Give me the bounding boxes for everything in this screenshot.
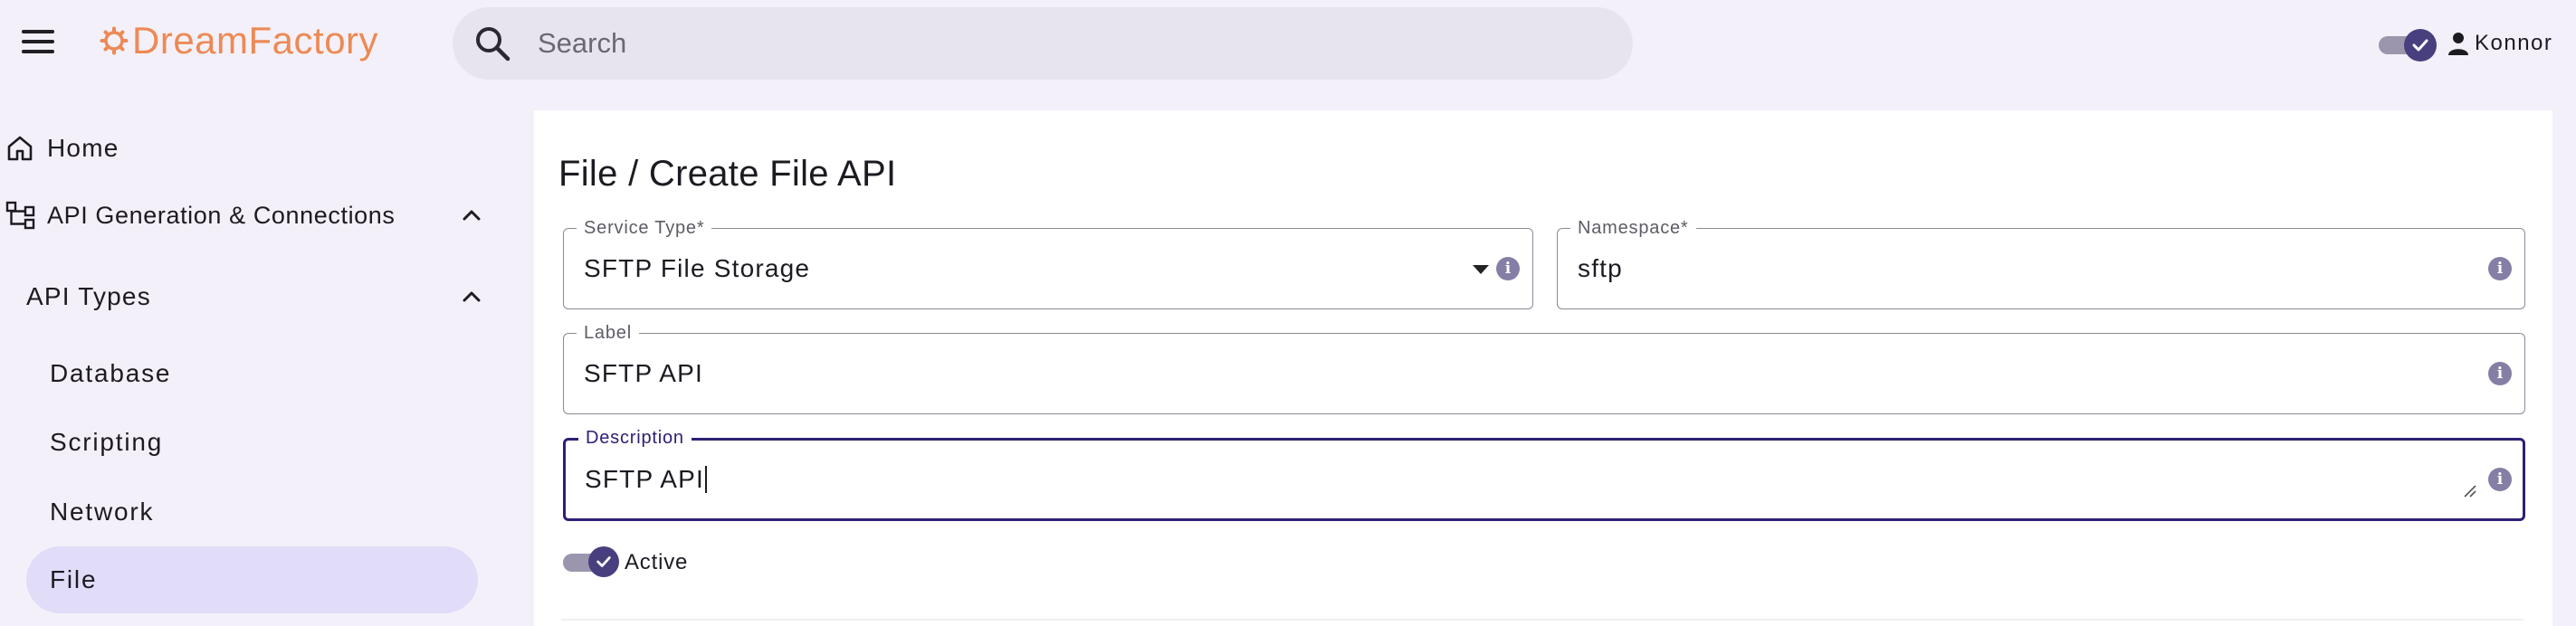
sidebar-item-api-generation[interactable]: API Generation & Connections [5, 195, 489, 235]
field-value: SFTP API [585, 441, 708, 518]
gear-icon [100, 26, 129, 55]
info-icon[interactable]: i [1496, 257, 1520, 280]
resize-handle-icon[interactable] [2461, 482, 2477, 498]
page-title: File / Create File API [558, 154, 897, 194]
sidebar: Home API Generation & Connections API Ty… [0, 87, 507, 626]
description-textarea[interactable]: Description SFTP API i [563, 427, 2525, 521]
brand-logo[interactable]: DreamFactory [100, 18, 378, 63]
menu-icon[interactable] [22, 28, 54, 55]
search-bar[interactable] [453, 7, 1633, 80]
sidebar-item-network[interactable]: Network [26, 479, 478, 545]
theme-toggle[interactable] [2379, 29, 2437, 62]
brand-name: DreamFactory [132, 19, 379, 62]
sidebar-item-label: Scripting [50, 428, 164, 456]
info-icon[interactable]: i [2488, 257, 2512, 280]
active-toggle[interactable]: Active [563, 545, 688, 581]
search-icon [476, 27, 510, 62]
active-label: Active [625, 550, 689, 574]
label-field[interactable]: Label SFTP API i [563, 322, 2525, 414]
field-value: sftp [1578, 254, 1623, 282]
home-icon [7, 136, 33, 161]
field-value: SFTP File Storage [584, 254, 811, 282]
sidebar-item-home[interactable]: Home [5, 128, 119, 168]
chevron-up-icon[interactable] [460, 285, 483, 308]
caret-down-icon[interactable] [1473, 265, 1489, 274]
check-icon [2404, 29, 2437, 62]
sidebar-item-label: File [50, 565, 98, 593]
sidebar-item-scripting[interactable]: Scripting [26, 409, 478, 476]
sidebar-item-label: Home [47, 134, 119, 162]
check-icon [588, 546, 619, 577]
sidebar-item-api-types[interactable]: API Types [26, 277, 489, 317]
info-icon[interactable]: i [2488, 468, 2512, 491]
hierarchy-icon [5, 201, 35, 230]
user-menu[interactable]: Konnor [2447, 27, 2552, 60]
info-icon[interactable]: i [2488, 362, 2512, 385]
sidebar-item-label: API Generation & Connections [47, 201, 396, 229]
toggle-switch[interactable] [563, 546, 619, 579]
sidebar-item-label: Database [50, 359, 172, 387]
chevron-up-icon[interactable] [460, 204, 483, 227]
field-value: SFTP API [584, 359, 704, 387]
sidebar-item-label: API Types [26, 282, 151, 310]
sidebar-item-label: Network [50, 498, 155, 526]
sidebar-item-file[interactable]: File [26, 546, 478, 613]
service-type-select[interactable]: Service Type* SFTP File Storage i [563, 217, 1533, 309]
person-icon [2448, 33, 2468, 55]
description-text: SFTP API [585, 465, 705, 493]
search-input[interactable] [538, 27, 1533, 60]
section-divider [561, 619, 2524, 621]
top-bar: DreamFactory Konnor [0, 0, 2576, 87]
namespace-field[interactable]: Namespace* sftp i [1557, 217, 2525, 309]
user-name: Konnor [2475, 31, 2553, 55]
sidebar-item-database[interactable]: Database [26, 340, 478, 407]
text-cursor [705, 466, 708, 493]
main-content: File / Create File API Service Type* SFT… [534, 110, 2552, 626]
